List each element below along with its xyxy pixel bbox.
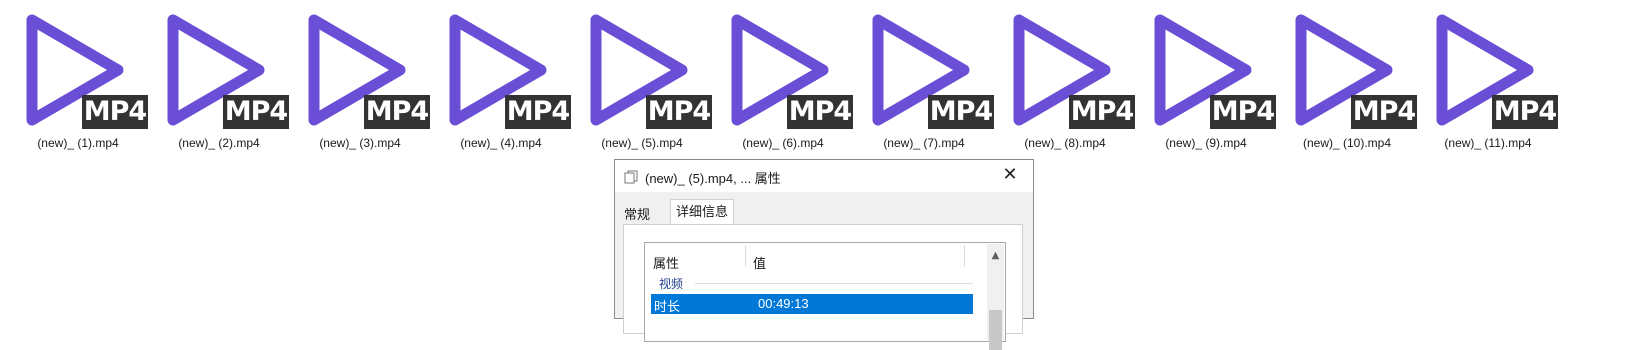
scroll-thumb[interactable] — [989, 310, 1002, 350]
selected-property-row[interactable]: 时长 00:49:13 — [651, 294, 973, 314]
file-item[interactable]: MP4 (new)_ (2).mp4 — [145, 6, 293, 156]
video-file-icon[interactable]: MP4 — [727, 6, 857, 136]
dialog-titlebar[interactable]: (new)_ (5).mp4, ... 属性 ✕ — [615, 160, 1033, 192]
tab-general[interactable]: 常规 — [624, 204, 650, 223]
mp4-badge: MP4 — [1492, 95, 1558, 129]
file-item[interactable]: MP4 (new)_ (10).mp4 — [1273, 6, 1421, 156]
file-item[interactable]: MP4 (new)_ (7).mp4 — [850, 6, 998, 156]
tab-details[interactable]: 详细信息 — [670, 199, 734, 225]
file-item[interactable]: MP4 (new)_ (1).mp4 — [4, 6, 152, 156]
video-file-icon[interactable]: MP4 — [586, 6, 716, 136]
mp4-badge: MP4 — [82, 95, 148, 129]
close-button[interactable]: ✕ — [987, 160, 1033, 192]
file-name[interactable]: (new)_ (3).mp4 — [286, 136, 434, 150]
file-name[interactable]: (new)_ (5).mp4 — [568, 136, 716, 150]
file-grid: MP4 (new)_ (1).mp4 MP4 (new)_ (2).mp4 MP… — [0, 0, 1628, 160]
mp4-badge: MP4 — [1069, 95, 1135, 129]
file-item[interactable]: MP4 (new)_ (8).mp4 — [991, 6, 1139, 156]
video-file-icon[interactable]: MP4 — [1009, 6, 1139, 136]
files-icon — [624, 169, 638, 184]
file-name[interactable]: (new)_ (11).mp4 — [1414, 136, 1562, 150]
properties-dialog: (new)_ (5).mp4, ... 属性 ✕ 常规 详细信息 属性 值 视频… — [614, 159, 1034, 350]
video-file-icon[interactable]: MP4 — [1150, 6, 1280, 136]
mp4-badge: MP4 — [364, 95, 430, 129]
column-header-value[interactable]: 值 — [753, 253, 766, 272]
dialog-title: (new)_ (5).mp4, ... 属性 — [645, 171, 781, 186]
file-name[interactable]: (new)_ (8).mp4 — [991, 136, 1139, 150]
column-divider[interactable] — [745, 245, 746, 267]
file-name[interactable]: (new)_ (7).mp4 — [850, 136, 998, 150]
properties-list[interactable]: 属性 值 视频 时长 00:49:13 ▲ — [644, 242, 1006, 350]
video-file-icon[interactable]: MP4 — [1432, 6, 1562, 136]
close-icon: ✕ — [1002, 164, 1018, 185]
file-item[interactable]: MP4 (new)_ (6).mp4 — [709, 6, 857, 156]
mp4-badge: MP4 — [1210, 95, 1276, 129]
scroll-up-icon[interactable]: ▲ — [987, 248, 1004, 264]
mp4-badge: MP4 — [928, 95, 994, 129]
video-file-icon[interactable]: MP4 — [445, 6, 575, 136]
file-name[interactable]: (new)_ (6).mp4 — [709, 136, 857, 150]
column-header-property[interactable]: 属性 — [653, 253, 679, 272]
mp4-badge: MP4 — [787, 95, 853, 129]
column-divider[interactable] — [964, 245, 965, 267]
section-divider — [695, 283, 973, 284]
video-file-icon[interactable]: MP4 — [868, 6, 998, 136]
mp4-badge: MP4 — [505, 95, 571, 129]
vertical-scrollbar[interactable]: ▲ — [987, 244, 1004, 350]
video-file-icon[interactable]: MP4 — [304, 6, 434, 136]
file-name[interactable]: (new)_ (9).mp4 — [1132, 136, 1280, 150]
file-name[interactable]: (new)_ (2).mp4 — [145, 136, 293, 150]
mp4-badge: MP4 — [223, 95, 289, 129]
video-file-icon[interactable]: MP4 — [22, 6, 152, 136]
file-item[interactable]: MP4 (new)_ (9).mp4 — [1132, 6, 1280, 156]
file-item[interactable]: MP4 (new)_ (4).mp4 — [427, 6, 575, 156]
mp4-badge: MP4 — [646, 95, 712, 129]
row-property: 时长 — [654, 299, 681, 314]
video-file-icon[interactable]: MP4 — [163, 6, 293, 136]
file-item[interactable]: MP4 (new)_ (5).mp4 — [568, 6, 716, 156]
row-value: 00:49:13 — [758, 296, 809, 311]
file-name[interactable]: (new)_ (10).mp4 — [1273, 136, 1421, 150]
mp4-badge: MP4 — [1351, 95, 1417, 129]
file-name[interactable]: (new)_ (1).mp4 — [4, 136, 152, 150]
video-file-icon[interactable]: MP4 — [1291, 6, 1421, 136]
file-item[interactable]: MP4 (new)_ (3).mp4 — [286, 6, 434, 156]
section-label-video: 视频 — [659, 277, 684, 291]
file-item[interactable]: MP4 (new)_ (11).mp4 — [1414, 6, 1562, 156]
file-name[interactable]: (new)_ (4).mp4 — [427, 136, 575, 150]
